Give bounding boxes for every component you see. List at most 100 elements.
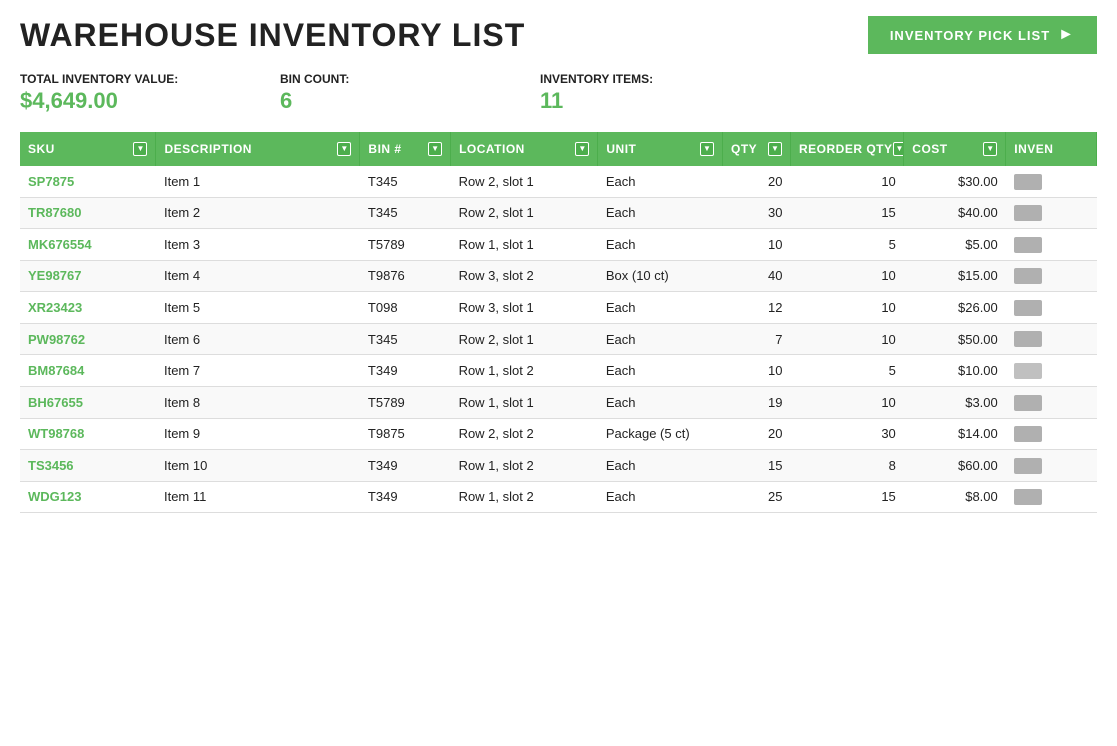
- description-filter-icon[interactable]: [337, 142, 351, 156]
- inventory-swatch: [1014, 174, 1042, 190]
- cell-qty: 30: [723, 197, 791, 229]
- col-header-unit: UNIT: [598, 132, 723, 166]
- cell-location: Row 1, slot 1: [451, 229, 598, 261]
- pick-list-button[interactable]: INVENTORY PICK LIST ►: [868, 16, 1097, 54]
- col-header-cost: COST: [904, 132, 1006, 166]
- cell-description: Item 11: [156, 481, 360, 513]
- total-inventory-label: TOTAL INVENTORY VALUE:: [20, 72, 220, 86]
- cell-bin: T345: [360, 197, 451, 229]
- cell-inven: [1006, 355, 1097, 387]
- cell-location: Row 2, slot 1: [451, 166, 598, 197]
- cell-location: Row 2, slot 1: [451, 323, 598, 355]
- col-header-description: DESCRIPTION: [156, 132, 360, 166]
- cell-qty: 19: [723, 386, 791, 418]
- cell-cost: $50.00: [904, 323, 1006, 355]
- cell-bin: T9876: [360, 260, 451, 292]
- cell-unit: Each: [598, 450, 723, 482]
- cell-description: Item 3: [156, 229, 360, 261]
- cell-qty: 20: [723, 166, 791, 197]
- table-header-row: SKU DESCRIPTION BIN #: [20, 132, 1097, 166]
- table-row: TS3456 Item 10 T349 Row 1, slot 2 Each 1…: [20, 450, 1097, 482]
- cell-cost: $8.00: [904, 481, 1006, 513]
- reorder-filter-icon[interactable]: [893, 142, 904, 156]
- inventory-swatch: [1014, 458, 1042, 474]
- cell-bin: T349: [360, 450, 451, 482]
- cell-cost: $60.00: [904, 450, 1006, 482]
- cell-cost: $26.00: [904, 292, 1006, 324]
- cell-sku: BH67655: [20, 386, 156, 418]
- inventory-table-wrapper: SKU DESCRIPTION BIN #: [20, 132, 1097, 513]
- cell-inven: [1006, 197, 1097, 229]
- arrow-right-icon: ►: [1058, 26, 1075, 44]
- cell-location: Row 2, slot 1: [451, 197, 598, 229]
- cell-location: Row 3, slot 1: [451, 292, 598, 324]
- inventory-swatch: [1014, 205, 1042, 221]
- cell-reorder: 5: [790, 355, 903, 387]
- bin-count-block: BIN COUNT: 6: [280, 72, 480, 114]
- cell-reorder: 30: [790, 418, 903, 450]
- inventory-swatch: [1014, 395, 1042, 411]
- page-header: WAREHOUSE INVENTORY LIST INVENTORY PICK …: [20, 16, 1097, 54]
- cell-bin: T345: [360, 323, 451, 355]
- inventory-swatch: [1014, 300, 1042, 316]
- cell-sku: PW98762: [20, 323, 156, 355]
- cell-description: Item 8: [156, 386, 360, 418]
- bin-filter-icon[interactable]: [428, 142, 442, 156]
- unit-filter-icon[interactable]: [700, 142, 714, 156]
- col-header-bin: BIN #: [360, 132, 451, 166]
- cell-sku: TS3456: [20, 450, 156, 482]
- cell-sku: BM87684: [20, 355, 156, 387]
- table-row: XR23423 Item 5 T098 Row 3, slot 1 Each 1…: [20, 292, 1097, 324]
- table-row: BH67655 Item 8 T5789 Row 1, slot 1 Each …: [20, 386, 1097, 418]
- cell-unit: Package (5 ct): [598, 418, 723, 450]
- table-row: WDG123 Item 11 T349 Row 1, slot 2 Each 2…: [20, 481, 1097, 513]
- cell-qty: 15: [723, 450, 791, 482]
- cell-qty: 12: [723, 292, 791, 324]
- cell-unit: Each: [598, 292, 723, 324]
- table-body: SP7875 Item 1 T345 Row 2, slot 1 Each 20…: [20, 166, 1097, 513]
- cell-cost: $5.00: [904, 229, 1006, 261]
- cell-description: Item 7: [156, 355, 360, 387]
- cell-qty: 7: [723, 323, 791, 355]
- cell-cost: $14.00: [904, 418, 1006, 450]
- cell-description: Item 2: [156, 197, 360, 229]
- table-row: TR87680 Item 2 T345 Row 2, slot 1 Each 3…: [20, 197, 1097, 229]
- inventory-swatch: [1014, 426, 1042, 442]
- inventory-swatch: [1014, 268, 1042, 284]
- cell-unit: Each: [598, 229, 723, 261]
- cell-location: Row 1, slot 2: [451, 450, 598, 482]
- cell-location: Row 1, slot 2: [451, 481, 598, 513]
- cell-inven: [1006, 418, 1097, 450]
- cell-cost: $40.00: [904, 197, 1006, 229]
- cell-unit: Each: [598, 197, 723, 229]
- cell-qty: 40: [723, 260, 791, 292]
- qty-filter-icon[interactable]: [768, 142, 782, 156]
- location-filter-icon[interactable]: [575, 142, 589, 156]
- inventory-swatch: [1014, 237, 1042, 253]
- bin-count-value: 6: [280, 88, 480, 114]
- cell-qty: 10: [723, 355, 791, 387]
- inventory-swatch: [1014, 363, 1042, 379]
- cell-location: Row 1, slot 2: [451, 355, 598, 387]
- table-row: PW98762 Item 6 T345 Row 2, slot 1 Each 7…: [20, 323, 1097, 355]
- table-row: YE98767 Item 4 T9876 Row 3, slot 2 Box (…: [20, 260, 1097, 292]
- cell-qty: 10: [723, 229, 791, 261]
- cell-sku: WDG123: [20, 481, 156, 513]
- cell-sku: YE98767: [20, 260, 156, 292]
- col-header-location: LOCATION: [451, 132, 598, 166]
- cell-inven: [1006, 292, 1097, 324]
- cell-description: Item 6: [156, 323, 360, 355]
- cell-inven: [1006, 260, 1097, 292]
- cell-inven: [1006, 166, 1097, 197]
- cell-reorder: 10: [790, 166, 903, 197]
- cell-unit: Each: [598, 166, 723, 197]
- cost-filter-icon[interactable]: [983, 142, 997, 156]
- col-header-qty: QTY: [723, 132, 791, 166]
- cell-bin: T5789: [360, 386, 451, 418]
- inventory-swatch: [1014, 331, 1042, 347]
- cell-inven: [1006, 450, 1097, 482]
- sku-filter-icon[interactable]: [133, 142, 147, 156]
- bin-count-label: BIN COUNT:: [280, 72, 480, 86]
- cell-reorder: 8: [790, 450, 903, 482]
- cell-inven: [1006, 323, 1097, 355]
